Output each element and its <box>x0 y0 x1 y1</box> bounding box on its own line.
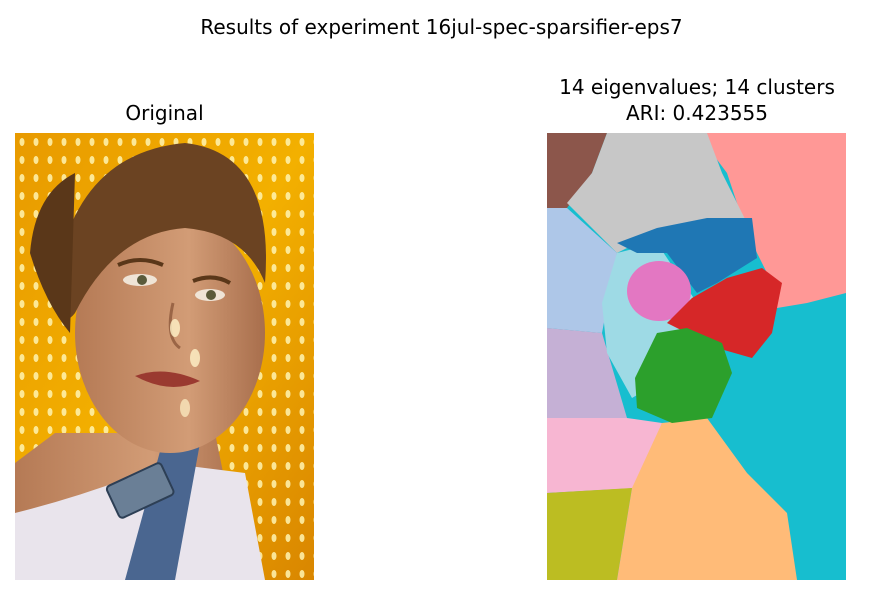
right-iris <box>206 290 216 300</box>
clusters-title-line2: ARI: 0.423555 <box>625 101 768 125</box>
original-image-drawing <box>15 133 314 580</box>
left-iris <box>137 275 147 285</box>
original-image <box>15 133 314 580</box>
clusters-panel-title: 14 eigenvalues; 14 clusters ARI: 0.42355… <box>497 74 883 126</box>
original-panel-title: Original <box>125 101 204 125</box>
figure-suptitle: Results of experiment 16jul-spec-sparsif… <box>200 15 683 39</box>
clusters-title-line1: 14 eigenvalues; 14 clusters <box>559 75 835 99</box>
cluster-segmentation-image <box>547 133 846 580</box>
cluster-map <box>547 133 846 580</box>
